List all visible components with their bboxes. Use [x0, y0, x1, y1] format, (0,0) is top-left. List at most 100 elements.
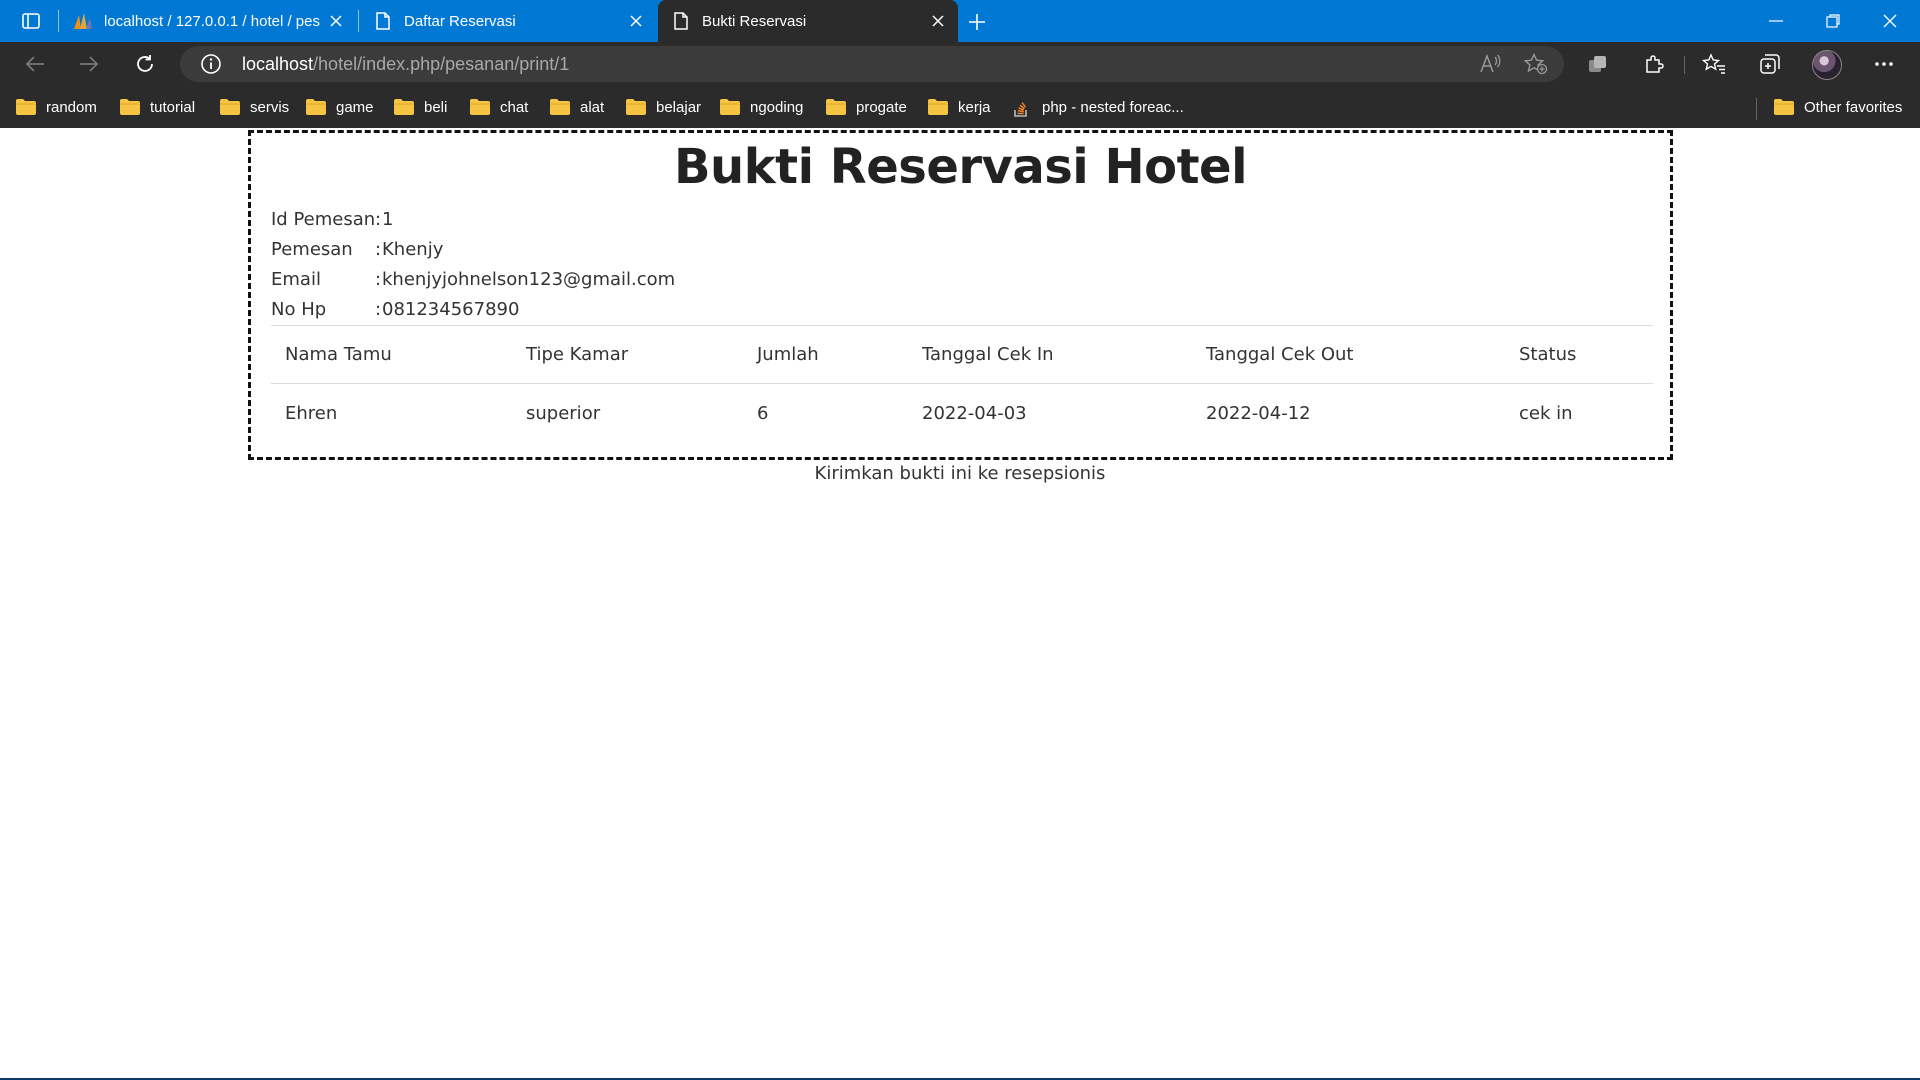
- read-aloud-icon[interactable]: [1478, 52, 1502, 76]
- info-colon: :: [375, 299, 382, 320]
- favorite-belajar[interactable]: belajar: [626, 86, 701, 128]
- profile-avatar[interactable]: [1812, 50, 1842, 80]
- minimize-icon[interactable]: [1748, 0, 1804, 42]
- close-tab-icon[interactable]: [622, 7, 650, 35]
- info-colon: :: [375, 239, 382, 260]
- other-favorites-label: Other favorites: [1804, 98, 1903, 116]
- column-header: Jumlah: [757, 344, 819, 365]
- favorites-icon[interactable]: [1698, 48, 1730, 80]
- favorite-random[interactable]: random: [16, 86, 97, 128]
- folder-icon: [394, 99, 414, 115]
- url-path: /hotel/index.php/pesanan/print/1: [313, 54, 570, 74]
- page-title: Bukti Reservasi Hotel: [673, 139, 1248, 195]
- info-row: Email: khenjyjohnelson123@gmail.com: [271, 265, 675, 295]
- favorite-label: game: [336, 98, 374, 116]
- column-header: Status: [1519, 344, 1577, 365]
- folder-icon: [626, 99, 646, 115]
- phpmyadmin-icon: [72, 10, 94, 32]
- favorite-php[interactable]: php - nested foreac...: [1012, 86, 1184, 128]
- info-label: Email: [271, 269, 321, 290]
- table-row: Ehren superior 6 2022-04-03 2022-04-12 cek in: [271, 384, 1653, 443]
- favorite-game[interactable]: game: [306, 86, 374, 128]
- table-cell: superior: [526, 403, 601, 424]
- folder-icon: [16, 99, 36, 115]
- table-cell: cek in: [1519, 403, 1573, 424]
- favorite-label: beli: [424, 98, 448, 116]
- favorite-alat[interactable]: alat: [550, 86, 604, 128]
- info-value: Khenjy: [382, 239, 444, 260]
- receipt-box: Bukti Reservasi Hotel Id Pemesan:1 Pemesa…: [248, 130, 1673, 460]
- favorite-chat[interactable]: chat: [470, 86, 528, 128]
- favorite-label: alat: [580, 98, 605, 116]
- address-bar[interactable]: localhost/hotel/index.php/pesanan/print/…: [180, 46, 1564, 82]
- page-icon: [670, 10, 692, 32]
- favorite-label: servis: [250, 98, 290, 116]
- info-value: 1: [382, 209, 394, 230]
- column-header: Tanggal Cek Out: [1206, 344, 1354, 365]
- favorite-tutorial[interactable]: tutorial: [120, 86, 195, 128]
- close-window-icon[interactable]: [1862, 0, 1918, 42]
- column-header: Tanggal Cek In: [922, 344, 1054, 365]
- close-tab-icon[interactable]: [924, 7, 952, 35]
- column-header: Nama Tamu: [285, 344, 392, 365]
- tab-bukti-reservasi[interactable]: Bukti Reservasi: [658, 0, 958, 42]
- footer-note: Kirimkan bukti ini ke resepsionis: [814, 463, 1106, 484]
- favorite-beli[interactable]: beli: [394, 86, 447, 128]
- tab-daftar-reservasi[interactable]: Daftar Reservasi: [360, 0, 656, 42]
- page-icon: [372, 10, 394, 32]
- folder-icon: [1774, 99, 1794, 115]
- toolbar-separator: [1684, 56, 1685, 74]
- collections-copy-icon[interactable]: [1582, 48, 1614, 80]
- info-colon: :: [375, 269, 382, 290]
- extensions-icon[interactable]: [1638, 48, 1670, 80]
- info-row: No Hp:081234567890: [271, 295, 675, 325]
- forward-icon[interactable]: [70, 46, 108, 82]
- collections-icon[interactable]: [1754, 48, 1786, 80]
- reservation-table: Nama Tamu Tipe Kamar Jumlah Tanggal Cek In T…: [271, 325, 1653, 443]
- folder-icon: [306, 99, 326, 115]
- favorite-label: chat: [500, 98, 529, 116]
- tab-title: Daftar Reservasi: [404, 12, 516, 30]
- favorite-label: belajar: [656, 98, 702, 116]
- favorite-label: tutorial: [150, 98, 196, 116]
- favorite-progate[interactable]: progate: [826, 86, 907, 128]
- folder-icon: [220, 99, 240, 115]
- back-icon[interactable]: [16, 46, 54, 82]
- more-menu-icon[interactable]: [1868, 48, 1900, 80]
- folder-icon: [928, 99, 948, 115]
- favorite-label: random: [46, 98, 97, 116]
- close-tab-icon[interactable]: [322, 7, 350, 35]
- new-tab-icon[interactable]: [960, 5, 994, 39]
- other-favorites[interactable]: Other favorites: [1774, 86, 1902, 128]
- table-cell: 2022-04-03: [922, 403, 1027, 424]
- column-header: Tipe Kamar: [526, 344, 629, 365]
- favorite-label: kerja: [958, 98, 991, 116]
- table-header-row: Nama Tamu Tipe Kamar Jumlah Tanggal Cek In T…: [271, 325, 1653, 384]
- favorites-separator: [1756, 98, 1757, 120]
- tab-phpmyadmin[interactable]: localhost / 127.0.0.1 / hotel / pes: [60, 0, 356, 42]
- tab-title: localhost / 127.0.0.1 / hotel / pes: [104, 12, 320, 30]
- favorite-servis[interactable]: servis: [220, 86, 289, 128]
- info-value: khenjyjohnelson123@gmail.com: [382, 269, 676, 290]
- favorite-kerja[interactable]: kerja: [928, 86, 991, 128]
- tab-separator: [358, 10, 359, 32]
- info-label: Pemesan: [271, 239, 353, 260]
- table-cell: Ehren: [285, 403, 338, 424]
- restore-icon[interactable]: [1805, 0, 1861, 42]
- site-info-icon[interactable]: [200, 53, 222, 75]
- page-content: Bukti Reservasi Hotel Id Pemesan:1 Pemesa…: [0, 128, 1920, 1080]
- sidebar-toggle-icon[interactable]: [14, 0, 48, 42]
- refresh-icon[interactable]: [126, 46, 164, 82]
- url-host: localhost: [242, 54, 314, 74]
- add-favorite-icon[interactable]: [1524, 52, 1548, 76]
- table-cell: 2022-04-12: [1206, 403, 1311, 424]
- info-label: No Hp: [271, 299, 327, 320]
- tab-separator: [58, 10, 59, 32]
- folder-icon: [720, 99, 740, 115]
- favorites-bar: random tutorial servis game beli chat alat bela…: [0, 86, 1920, 128]
- url-text[interactable]: localhost/hotel/index.php/pesanan/print/…: [242, 46, 569, 82]
- stackoverflow-icon: [1012, 99, 1032, 117]
- favorite-ngoding[interactable]: ngoding: [720, 86, 803, 128]
- browser-toolbar: localhost/hotel/index.php/pesanan/print/…: [0, 42, 1920, 86]
- folder-icon: [120, 99, 140, 115]
